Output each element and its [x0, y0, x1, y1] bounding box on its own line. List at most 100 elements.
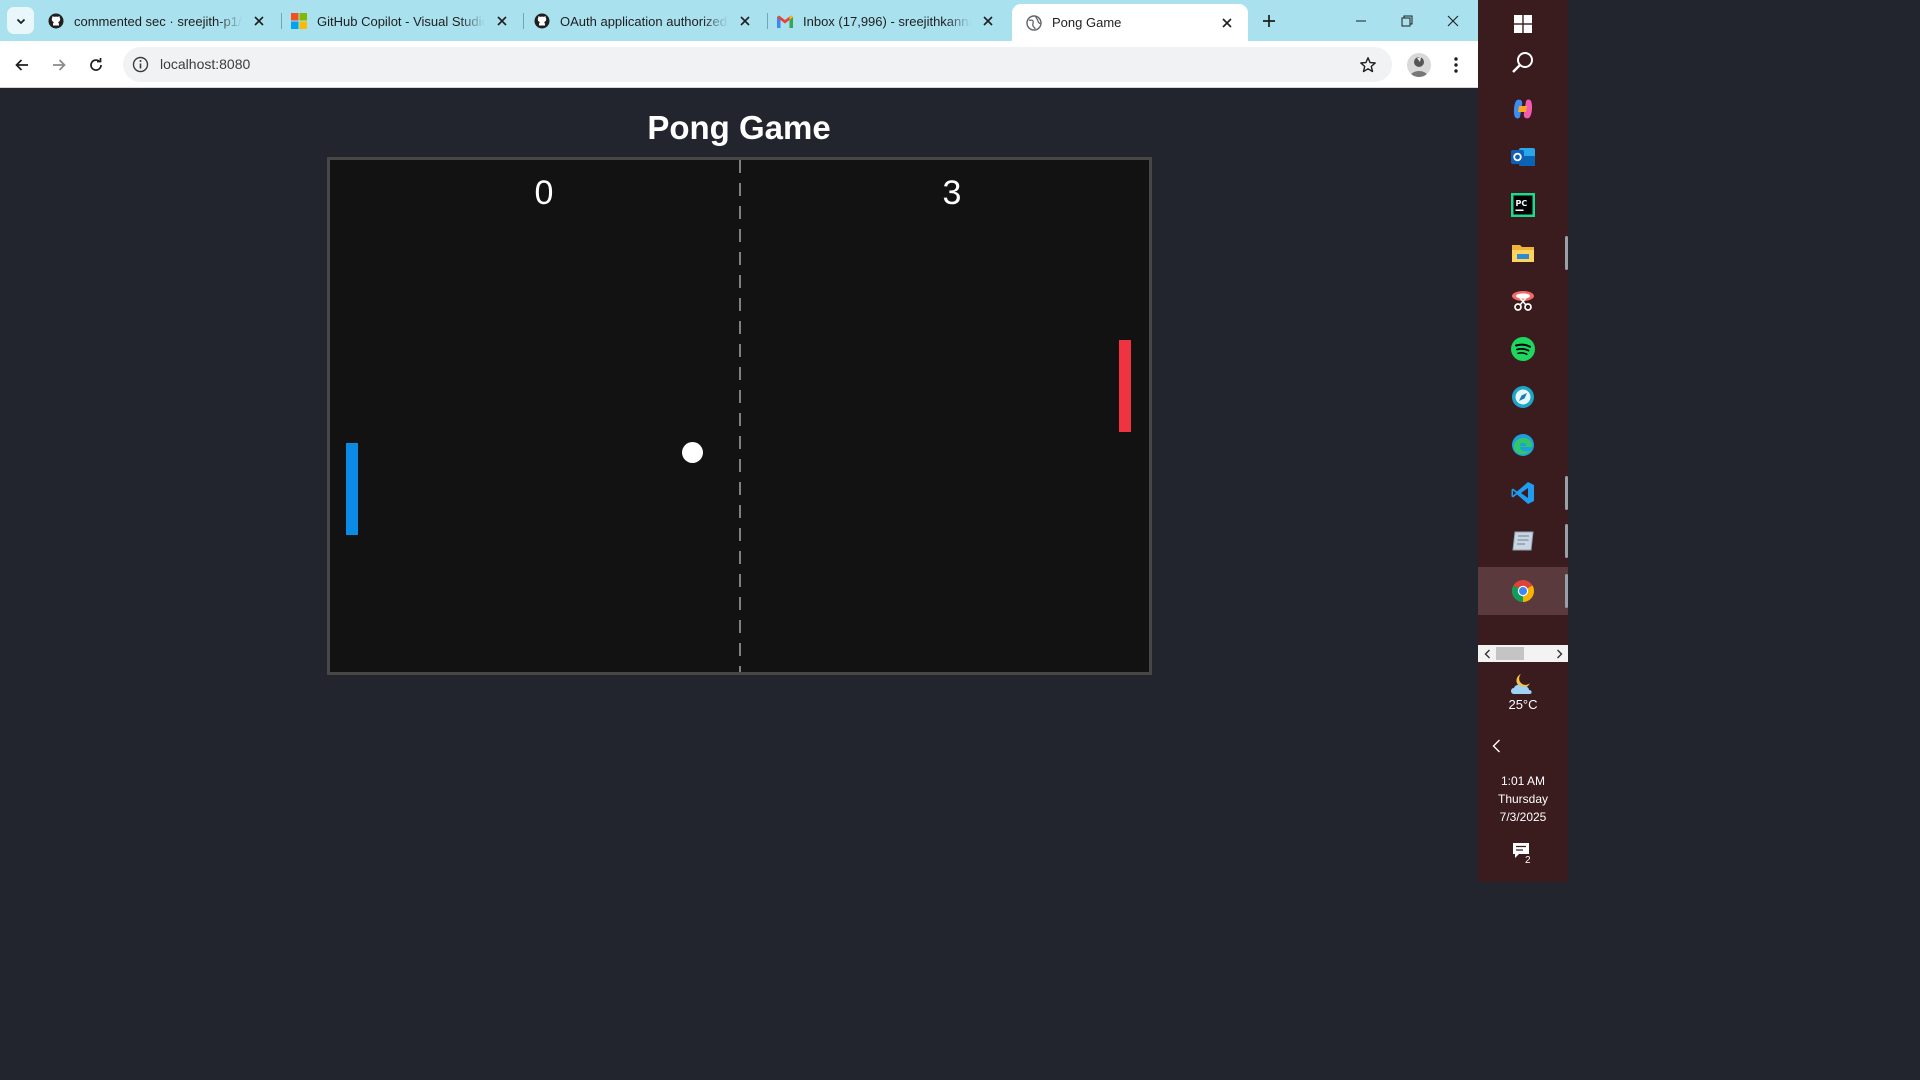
weather-cloud-moon-icon — [1511, 674, 1532, 694]
taskbar-pycharm[interactable]: PC — [1478, 181, 1568, 229]
outlook-icon — [1511, 148, 1535, 166]
arrow-right-icon — [53, 59, 66, 71]
taskbar-edge[interactable] — [1478, 421, 1568, 469]
taskbar-snipping-tool[interactable] — [1478, 277, 1568, 325]
weather-widget[interactable]: 25°C — [1478, 672, 1568, 720]
windows-start-icon — [1514, 15, 1532, 33]
tab-title: Pong Game — [1052, 15, 1122, 30]
ball — [682, 442, 703, 463]
gmail-icon — [777, 13, 793, 29]
github-icon — [48, 13, 64, 29]
search-icon — [1512, 52, 1533, 73]
tab-oauth-authorized[interactable]: OAuth application authorized — [520, 5, 766, 37]
file-explorer-icon — [1512, 245, 1534, 262]
arrow-left-icon — [15, 59, 28, 71]
clock-day: Thursday — [1497, 792, 1549, 806]
edge-icon — [1512, 434, 1534, 456]
tab-github-copilot[interactable]: GitHub Copilot - Visual Studio M — [277, 5, 523, 37]
microsoft-icon — [291, 13, 307, 29]
chevron-left-icon[interactable] — [1480, 645, 1494, 662]
browser-window: commented sec · sreejith-p1/Pi GitHub Co… — [0, 0, 1478, 882]
close-icon[interactable] — [250, 12, 268, 30]
github-icon — [534, 13, 550, 29]
right-paddle — [1119, 340, 1131, 432]
taskbar-running-indicator — [1565, 236, 1568, 270]
spotify-icon — [1511, 337, 1535, 361]
close-icon[interactable] — [736, 12, 754, 30]
browser-toolbar: localhost:8080 — [0, 41, 1478, 88]
clock-date: 7/3/2025 — [1499, 810, 1547, 824]
info-icon[interactable] — [131, 55, 150, 74]
minimize-button[interactable] — [1338, 0, 1384, 41]
page-title: Pong Game — [647, 109, 831, 146]
taskbar-copilot[interactable] — [1478, 85, 1568, 133]
left-paddle — [346, 443, 358, 535]
copilot-icon — [1513, 99, 1533, 119]
taskbar-clock[interactable]: 1:01 AM Thursday 7/3/2025 — [1478, 772, 1568, 826]
taskbar-vscode[interactable] — [1478, 469, 1568, 517]
taskbar-spotify[interactable] — [1478, 325, 1568, 373]
more-vertical-icon — [1454, 57, 1458, 73]
tab-gmail-inbox[interactable]: Inbox (17,996) - sreejithkannan — [763, 5, 1009, 37]
browser-menu-button[interactable] — [1444, 53, 1468, 77]
taskbar-running-indicator — [1565, 524, 1568, 558]
close-window-button[interactable] — [1430, 0, 1476, 41]
tab-github-commented[interactable]: commented sec · sreejith-p1/Pi — [34, 5, 280, 37]
forward-button[interactable] — [45, 51, 73, 79]
person-icon — [1410, 57, 1428, 77]
taskbar-chrome[interactable] — [1478, 567, 1568, 615]
taskbar-browser-app[interactable] — [1478, 373, 1568, 421]
close-icon[interactable] — [1218, 14, 1236, 32]
taskbar-notes-app[interactable] — [1478, 517, 1568, 565]
game-canvas[interactable]: 0 3 — [327, 157, 1152, 675]
globe-icon — [1026, 14, 1042, 31]
score-right: 3 — [942, 174, 962, 212]
tab-pong-game[interactable]: Pong Game — [1012, 4, 1248, 41]
svg-text:PC: PC — [1516, 199, 1528, 208]
back-button[interactable] — [8, 51, 36, 79]
show-hidden-icons-button[interactable] — [1486, 736, 1506, 756]
close-icon[interactable] — [493, 12, 511, 30]
score-left: 0 — [534, 174, 554, 212]
chevron-down-icon — [16, 18, 25, 24]
taskbar-running-indicator — [1565, 476, 1568, 510]
tab-title: OAuth application authorized — [560, 13, 727, 29]
taskbar-overflow-scrollbar[interactable] — [1478, 645, 1568, 662]
notification-center-button[interactable]: 2 — [1510, 842, 1538, 868]
tab-title: GitHub Copilot - Visual Studio M — [317, 13, 485, 29]
chrome-icon — [1512, 580, 1534, 602]
center-net — [739, 160, 741, 672]
page-content: Pong Game 0 3 — [0, 89, 1478, 882]
tab-strip: commented sec · sreejith-p1/Pi GitHub Co… — [0, 0, 1478, 41]
close-icon[interactable] — [979, 12, 997, 30]
notification-count: 2 — [1525, 855, 1531, 866]
tab-search-button[interactable] — [7, 7, 34, 34]
plus-icon — [1263, 15, 1275, 27]
notes-icon — [1512, 531, 1534, 551]
address-bar[interactable]: localhost:8080 — [123, 47, 1392, 82]
reload-icon — [90, 58, 102, 71]
pycharm-icon: PC — [1511, 193, 1535, 217]
taskbar-outlook[interactable] — [1478, 133, 1568, 181]
taskbar-running-indicator — [1565, 574, 1568, 608]
weather-temperature: 25°C — [1508, 697, 1538, 712]
star-icon[interactable] — [1358, 55, 1378, 75]
url-text: localhost:8080 — [160, 56, 251, 72]
tab-title: commented sec · sreejith-p1/Pi — [74, 13, 242, 29]
taskbar-search-button[interactable] — [1478, 38, 1568, 86]
vscode-icon — [1511, 482, 1534, 504]
reload-button[interactable] — [82, 51, 110, 79]
restore-button[interactable] — [1384, 0, 1430, 41]
new-tab-button[interactable] — [1256, 8, 1282, 34]
profile-avatar[interactable] — [1407, 53, 1431, 77]
taskbar-file-explorer[interactable] — [1478, 229, 1568, 277]
minimize-icon — [1356, 20, 1366, 21]
browser-app-icon — [1512, 386, 1534, 408]
chevron-left-icon — [1492, 739, 1500, 753]
snipping-icon — [1512, 291, 1534, 311]
chevron-right-icon[interactable] — [1552, 645, 1566, 662]
tab-title: Inbox (17,996) - sreejithkannan — [803, 13, 971, 29]
scrollbar-thumb[interactable] — [1496, 647, 1524, 660]
close-icon — [1447, 15, 1459, 26]
clock-time: 1:01 AM — [1500, 774, 1546, 788]
